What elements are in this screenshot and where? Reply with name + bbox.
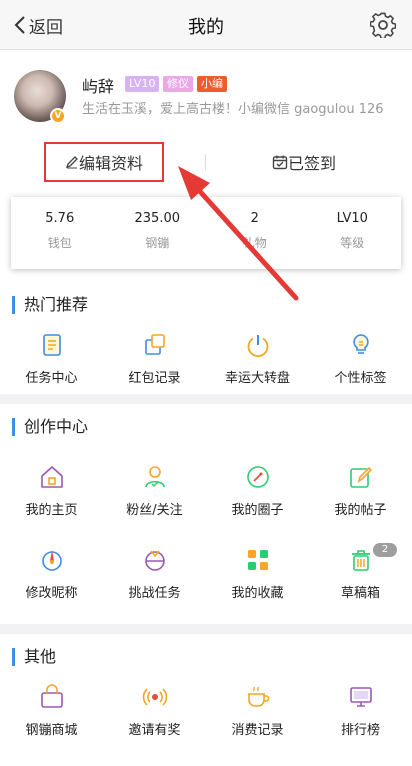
grid-item-fans-follow[interactable]: 粉丝/关注 — [103, 464, 206, 534]
red-packet-icon — [144, 334, 165, 355]
grid-item-my-circle[interactable]: 我的圈子 — [206, 464, 309, 534]
grid-item-label: 排行榜 — [340, 723, 380, 738]
grid-item-my-collection[interactable]: 我的收藏 — [206, 547, 309, 617]
grid-item-lucky-wheel[interactable]: 幸运大转盘 — [206, 332, 309, 402]
top-bar: 返回 我的 — [0, 0, 412, 50]
task-icon — [42, 334, 61, 356]
level-tag: LV10 — [125, 76, 160, 92]
sign-in-label: 已签到 — [288, 154, 337, 173]
calendar-check-icon — [272, 155, 288, 170]
gear-icon[interactable] — [370, 12, 396, 38]
create-grid-row-1: 我的主页 粉丝/关注 我的圈子 我的帖子 — [0, 464, 412, 534]
collection-icon — [247, 550, 268, 570]
other-grid: 钢镚商城 邀请有奖 消费记录 排行榜 — [0, 684, 412, 754]
stat-label: 礼物 — [242, 236, 267, 250]
sign-in-button[interactable]: 已签到 — [272, 150, 336, 174]
editor-tag: 小编 — [197, 76, 227, 92]
grid-item-label: 钢镚商城 — [25, 723, 78, 738]
fans-icon — [144, 466, 165, 488]
post-edit-icon — [349, 466, 372, 488]
grid-item-label: 粉丝/关注 — [126, 503, 183, 518]
stat-level[interactable]: LV10 等级 — [304, 197, 402, 269]
grid-item-label: 个性标签 — [334, 371, 387, 386]
other-section-title: 其他 — [12, 648, 56, 666]
circle-icon — [246, 466, 269, 488]
power-wheel-icon — [247, 335, 268, 357]
stat-gifts[interactable]: 2 礼物 — [206, 197, 304, 269]
grid-item-leaderboard[interactable]: 排行榜 — [309, 684, 412, 754]
stats-panel: 5.76 钱包 235.00 钢镚 2 礼物 LV10 等级 — [11, 197, 401, 269]
stat-coins[interactable]: 235.00 钢镚 — [109, 197, 207, 269]
grid-item-label: 我的圈子 — [231, 503, 284, 518]
stat-label: 钱包 — [47, 236, 72, 250]
grid-item-change-nickname[interactable]: 修改昵称 — [0, 547, 103, 617]
edit-profile-button[interactable]: 编辑资料 — [44, 142, 164, 182]
bulb-tag-icon — [352, 334, 369, 354]
verified-badge-icon: V — [50, 108, 66, 124]
grid-item-label: 消费记录 — [231, 723, 284, 738]
stat-value: LV10 — [336, 211, 368, 226]
create-grid-row-2: 修改昵称 挑战任务 我的收藏 2 草稿箱 — [0, 543, 412, 617]
draft-count-badge: 2 — [373, 543, 397, 557]
grid-item-label: 红包记录 — [128, 371, 181, 386]
hot-section: 热门推荐 任务中心 红包记录 幸运大转盘 个性标签 — [0, 282, 412, 394]
page-title: 我的 — [188, 17, 224, 38]
profile-actions: 编辑资料 已签到 — [0, 140, 412, 184]
profile-card: V 屿辞 LV10 修仪 小编 生活在玉溪，爱上高古楼！小编微信 gaogulo… — [0, 50, 412, 282]
pencil-icon — [65, 156, 78, 169]
grid-item-my-homepage[interactable]: 我的主页 — [0, 464, 103, 534]
grid-item-label: 邀请有奖 — [128, 723, 181, 738]
grid-item-spending-record[interactable]: 消费记录 — [206, 684, 309, 754]
grid-item-challenge-task[interactable]: 挑战任务 — [103, 547, 206, 617]
grid-item-task-center[interactable]: 任务中心 — [0, 332, 103, 402]
hot-section-title: 热门推荐 — [12, 296, 88, 314]
grid-item-personal-tags[interactable]: 个性标签 — [309, 332, 412, 402]
grid-item-label: 修改昵称 — [25, 586, 78, 601]
create-section: 创作中心 我的主页 粉丝/关注 我的圈子 我的帖子 修改昵称 挑战任务 我的收藏… — [0, 404, 412, 624]
grid-item-drafts[interactable]: 2 草稿箱 — [309, 543, 412, 617]
grid-item-label: 我的帖子 — [334, 503, 387, 518]
home-icon — [40, 466, 63, 488]
stat-label: 等级 — [340, 236, 365, 250]
edit-profile-label: 编辑资料 — [78, 154, 143, 173]
invite-broadcast-icon — [142, 688, 167, 706]
grid-item-label: 我的收藏 — [231, 586, 284, 601]
coffee-icon — [247, 686, 269, 707]
grid-item-label: 草稿箱 — [340, 586, 380, 601]
grid-item-my-posts[interactable]: 我的帖子 — [309, 464, 412, 534]
stat-value: 2 — [250, 211, 259, 226]
stat-label: 钢镚 — [145, 236, 170, 250]
title-tag: 修仪 — [163, 76, 193, 92]
grid-item-label: 挑战任务 — [128, 586, 181, 601]
challenge-icon — [144, 550, 165, 571]
other-section: 其他 钢镚商城 邀请有奖 消费记录 排行榜 — [0, 634, 412, 766]
grid-item-label: 我的主页 — [25, 503, 78, 518]
stat-wallet[interactable]: 5.76 钱包 — [11, 197, 109, 269]
stat-value: 235.00 — [134, 211, 181, 226]
divider — [205, 154, 206, 170]
nickname-icon — [41, 550, 62, 571]
monitor-rank-icon — [349, 687, 372, 707]
grid-item-coin-shop[interactable]: 钢镚商城 — [0, 684, 103, 754]
draft-trash-icon — [351, 550, 370, 571]
stat-value: 5.76 — [45, 211, 75, 226]
grid-item-label: 任务中心 — [25, 371, 78, 386]
hot-grid: 任务中心 红包记录 幸运大转盘 个性标签 — [0, 332, 412, 402]
user-bio: 生活在玉溪，爱上高古楼！小编微信 gaogulou 126 — [82, 102, 384, 117]
shop-bag-icon — [40, 684, 63, 708]
grid-item-red-packet[interactable]: 红包记录 — [103, 332, 206, 402]
create-section-title: 创作中心 — [12, 418, 88, 436]
grid-item-invite-reward[interactable]: 邀请有奖 — [103, 684, 206, 754]
user-name: 屿辞 — [82, 77, 115, 96]
grid-item-label: 幸运大转盘 — [224, 371, 290, 386]
